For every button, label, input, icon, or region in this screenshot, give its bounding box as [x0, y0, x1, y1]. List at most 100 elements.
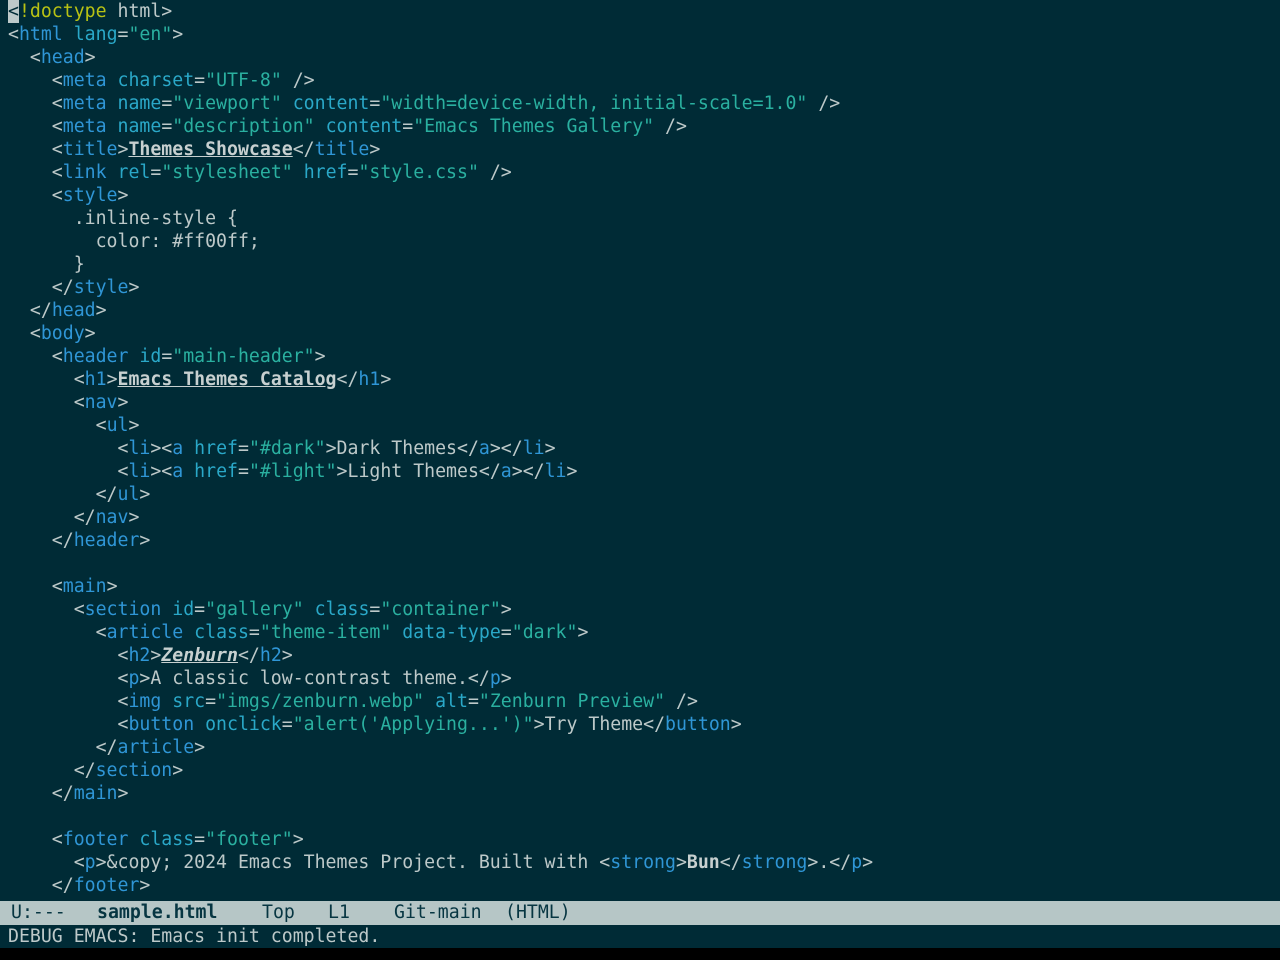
code-line[interactable]: <section id="gallery" class="container">: [8, 598, 1280, 621]
code-text: />: [281, 70, 315, 91]
code-text: =: [150, 162, 162, 183]
code-line[interactable]: <nav>: [8, 391, 1280, 414]
code-line[interactable]: <li><a href="#light">Light Themes</a></l…: [8, 460, 1280, 483]
code-text: >: [675, 852, 687, 873]
code-line[interactable]: }: [8, 253, 1280, 276]
code-tag-name: a: [500, 461, 512, 482]
code-line[interactable]: </header>: [8, 529, 1280, 552]
code-line[interactable]: <meta name="viewport" content="width=dev…: [8, 92, 1280, 115]
code-string: "en": [128, 24, 173, 45]
code-text: ></: [489, 438, 523, 459]
code-text: >: [281, 645, 293, 666]
minibuffer[interactable]: DEBUG EMACS: Emacs init completed.: [0, 925, 1280, 948]
code-line[interactable]: .inline-style {: [8, 207, 1280, 230]
editor-buffer[interactable]: <!doctype html> <html lang="en"> <head> <…: [0, 0, 1280, 901]
modeline-vc-branch[interactable]: Git-main: [394, 901, 505, 925]
code-text: <: [8, 852, 85, 873]
code-string: "container": [380, 599, 501, 620]
code-line[interactable]: </footer>: [8, 874, 1280, 897]
code-line[interactable]: <link rel="stylesheet" href="style.css" …: [8, 161, 1280, 184]
code-line[interactable]: <html lang="en">: [8, 23, 1280, 46]
code-text: >: [117, 783, 129, 804]
code-line[interactable]: [8, 552, 1280, 575]
code-area[interactable]: <!doctype html> <html lang="en"> <head> <…: [8, 0, 1280, 897]
code-line[interactable]: [8, 805, 1280, 828]
code-line[interactable]: <head>: [8, 46, 1280, 69]
code-tag-name: p: [851, 852, 863, 873]
code-attribute: class: [139, 829, 195, 850]
code-text: >: [139, 484, 151, 505]
code-text: >: [314, 346, 326, 367]
text-cursor: <: [8, 0, 19, 23]
code-line[interactable]: <footer class="footer">: [8, 828, 1280, 851]
code-attribute: name: [117, 93, 162, 114]
code-string: "#dark": [248, 438, 326, 459]
code-line[interactable]: <meta name="description" content="Emacs …: [8, 115, 1280, 138]
code-tag-name: body: [40, 323, 85, 344]
code-text: <: [8, 24, 19, 45]
code-string: "footer": [205, 829, 293, 850]
code-line[interactable]: <img src="imgs/zenburn.webp" alt="Zenbur…: [8, 690, 1280, 713]
code-tag-name: article: [106, 622, 184, 643]
code-text: />: [478, 162, 512, 183]
code-text: =: [161, 93, 173, 114]
code-line[interactable]: </main>: [8, 782, 1280, 805]
code-string: "main-header": [172, 346, 315, 367]
code-line[interactable]: <li><a href="#dark">Dark Themes</a></li>: [8, 437, 1280, 460]
code-line[interactable]: <button onclick="alert('Applying...')">T…: [8, 713, 1280, 736]
code-text: >: [500, 599, 512, 620]
code-line[interactable]: </section>: [8, 759, 1280, 782]
code-text: >: [292, 829, 304, 850]
code-strong-text: Bun: [686, 852, 720, 873]
code-string: "style.css": [358, 162, 479, 183]
code-line[interactable]: <article class="theme-item" data-type="d…: [8, 621, 1280, 644]
code-text: >&copy; 2024 Emacs Themes Project. Built…: [95, 852, 611, 873]
code-text: </: [8, 277, 74, 298]
code-line[interactable]: <title>Themes Showcase</title>: [8, 138, 1280, 161]
code-tag-name: style: [73, 277, 129, 298]
code-line[interactable]: <header id="main-header">: [8, 345, 1280, 368]
code-line[interactable]: </head>: [8, 299, 1280, 322]
modeline-buffer-name[interactable]: sample.html: [97, 901, 262, 925]
code-line[interactable]: <ul>: [8, 414, 1280, 437]
code-string: "imgs/zenburn.webp": [216, 691, 425, 712]
code-line[interactable]: <h2>Zenburn</h2>: [8, 644, 1280, 667]
code-line[interactable]: </nav>: [8, 506, 1280, 529]
code-string: "dark": [511, 622, 578, 643]
code-line[interactable]: </style>: [8, 276, 1280, 299]
code-text: <: [8, 185, 63, 206]
code-tag-name: article: [117, 737, 195, 758]
code-line[interactable]: <meta charset="UTF-8" />: [8, 69, 1280, 92]
code-line[interactable]: <p>A classic low-contrast theme.</p>: [8, 667, 1280, 690]
code-text: >: [566, 461, 578, 482]
code-text: >: [544, 438, 556, 459]
code-text: <: [8, 47, 41, 68]
code-line[interactable]: color: #ff00ff;: [8, 230, 1280, 253]
code-line[interactable]: <body>: [8, 322, 1280, 345]
code-text: >Try Theme</: [533, 714, 666, 735]
code-attribute: src: [172, 691, 206, 712]
code-text: </: [8, 300, 52, 321]
code-line[interactable]: < p >&copy; 2024 Emacs Themes Project. Bui…: [8, 851, 1280, 874]
code-text: >: [380, 369, 392, 390]
code-text: =: [281, 714, 293, 735]
code-string: "Zenburn Preview": [478, 691, 666, 712]
code-line[interactable]: </ul>: [8, 483, 1280, 506]
code-line[interactable]: <main>: [8, 575, 1280, 598]
code-text: </: [292, 139, 315, 160]
mode-line: U:--- sample.html Top L1 Git-main (HTML): [0, 901, 1280, 925]
code-tag-name: li: [522, 438, 545, 459]
code-tag-name: head: [51, 300, 96, 321]
code-line[interactable]: <style>: [8, 184, 1280, 207]
modeline-major-mode[interactable]: (HTML): [505, 901, 571, 925]
code-line[interactable]: <!doctype html>: [8, 0, 1280, 23]
code-text: >Dark Themes</: [325, 438, 479, 459]
code-text: =: [194, 599, 206, 620]
code-text: .inline-style {: [8, 208, 238, 229]
code-text: =: [369, 599, 381, 620]
code-line[interactable]: <h1>Emacs Themes Catalog</h1>: [8, 368, 1280, 391]
code-line[interactable]: </article>: [8, 736, 1280, 759]
code-text: >: [194, 737, 206, 758]
